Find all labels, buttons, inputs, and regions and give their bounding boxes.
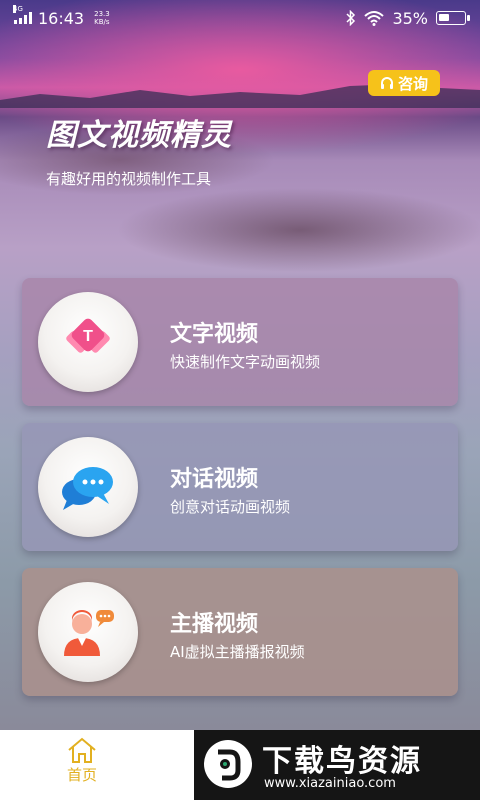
text-badge-icon: T <box>66 318 110 353</box>
bird-logo-icon <box>206 742 250 786</box>
watermark-url: www.xiazainiao.com <box>264 776 396 791</box>
bluetooth-icon <box>346 10 356 26</box>
tab-home[interactable]: 首页 <box>52 736 112 796</box>
text-video-title: 文字视频 <box>170 322 259 347</box>
dialog-video-icon-circle <box>38 437 138 537</box>
network-tag: 4G <box>13 5 23 13</box>
battery-icon <box>436 11 470 25</box>
app-title: 图文视频精灵 <box>46 118 232 153</box>
svg-text:T: T <box>83 328 93 345</box>
anchor-video-title: 主播视频 <box>170 612 259 637</box>
anchor-video-icon-circle <box>38 582 138 682</box>
home-icon <box>68 737 96 763</box>
watermark-title: 下载鸟资源 <box>262 744 422 779</box>
watermark-banner: 下载鸟资源 www.xiazainiao.com <box>194 730 480 800</box>
headset-icon <box>380 77 393 89</box>
watermark-logo <box>204 740 252 788</box>
network-speed: 23.3 KB/s <box>94 10 110 26</box>
wifi-icon <box>364 11 385 26</box>
consult-label: 咨询 <box>397 74 428 93</box>
battery-percent: 35% <box>392 8 428 28</box>
anchor-video-card[interactable]: 主播视频 AI虚拟主播播报视频 <box>22 568 458 696</box>
text-video-card[interactable]: T 文字视频 快速制作文字动画视频 <box>22 278 458 406</box>
tab-home-label: 首页 <box>66 766 97 784</box>
status-time: 16:43 <box>38 8 85 28</box>
signal-icon: 4G <box>13 5 32 24</box>
dialog-video-card[interactable]: 对话视频 创意对话动画视频 <box>22 423 458 551</box>
consult-button[interactable]: 咨询 <box>368 70 440 96</box>
status-bar: 4G 16:43 23.3 KB/s 35% <box>0 0 480 36</box>
bottom-tab-bar: 首页 下载鸟资源 www.xiazainiao.com <box>0 730 480 800</box>
dialog-video-title: 对话视频 <box>170 467 259 492</box>
dialog-video-desc: 创意对话动画视频 <box>170 498 291 516</box>
anchor-person-icon <box>64 610 114 656</box>
anchor-video-desc: AI虚拟主播播报视频 <box>170 643 305 661</box>
text-video-icon-circle: T <box>38 292 138 392</box>
app-subtitle: 有趣好用的视频制作工具 <box>46 170 212 188</box>
chat-bubbles-icon <box>62 467 113 510</box>
text-video-desc: 快速制作文字动画视频 <box>170 353 321 371</box>
